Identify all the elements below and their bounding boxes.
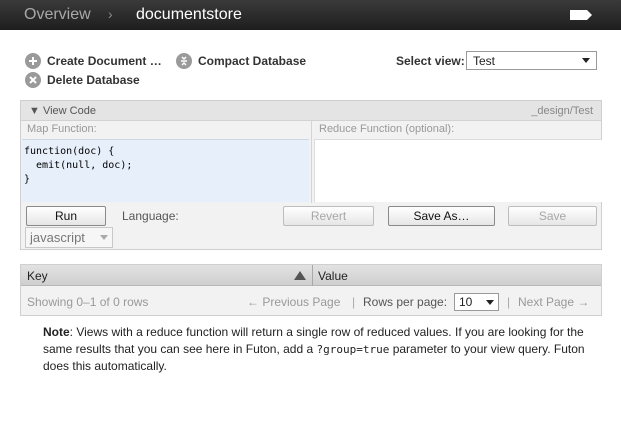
view-code-toggle[interactable]: ▼ View Code xyxy=(29,105,96,117)
breadcrumb-database: documentstore xyxy=(136,6,242,23)
next-page-link[interactable]: Next Page → xyxy=(518,295,589,309)
select-view-label: Select view: xyxy=(396,54,465,68)
create-document-button[interactable]: Create Document … xyxy=(25,53,162,69)
design-doc-name: _design/Test xyxy=(531,105,593,117)
note-code: ?group=true xyxy=(316,343,390,356)
results-header-row: Key Value xyxy=(21,265,601,286)
breadcrumb-separator: › xyxy=(108,6,113,22)
rows-per-page-value: 10 xyxy=(459,295,473,309)
compress-circle-icon xyxy=(176,53,192,69)
value-column-header[interactable]: Value xyxy=(318,269,348,283)
reduce-function-editor[interactable] xyxy=(314,139,602,202)
delete-database-button[interactable]: Delete Database xyxy=(25,72,140,88)
sort-ascending-icon[interactable] xyxy=(294,271,306,280)
function-divider xyxy=(311,121,312,203)
chevron-down-icon xyxy=(582,58,590,63)
map-function-label: Map Function: xyxy=(27,123,97,135)
save-as-button[interactable]: Save As… xyxy=(388,206,495,226)
rows-per-page-select[interactable]: 10 xyxy=(454,293,499,311)
compact-database-label: Compact Database xyxy=(198,54,307,68)
previous-page-link[interactable]: ← Previous Page xyxy=(247,295,340,309)
results-table: Key Value Showing 0–1 of 0 rows ← Previo… xyxy=(20,264,602,316)
key-column-header[interactable]: Key xyxy=(27,269,48,283)
plus-circle-icon xyxy=(25,53,41,69)
note-label: Note xyxy=(43,325,70,339)
create-document-label: Create Document … xyxy=(47,54,162,68)
tag-icon[interactable] xyxy=(569,9,593,21)
view-code-header: ▼ View Code _design/Test xyxy=(21,101,601,121)
pager-separator: | xyxy=(507,295,511,309)
x-circle-icon xyxy=(25,72,41,88)
select-view-value: Test xyxy=(473,53,496,68)
row-count-text: Showing 0–1 of 0 rows xyxy=(27,295,149,309)
delete-database-label: Delete Database xyxy=(47,73,140,87)
chevron-down-icon xyxy=(100,235,108,240)
rows-per-page-label: Rows per page: xyxy=(363,295,448,309)
language-select[interactable]: javascript xyxy=(25,227,113,248)
reduce-note: Note: Views with a reduce function will … xyxy=(43,324,603,375)
column-divider xyxy=(312,265,313,286)
chevron-down-icon xyxy=(486,299,494,305)
revert-button[interactable]: Revert xyxy=(283,206,374,226)
compact-database-button[interactable]: Compact Database xyxy=(176,53,306,69)
reduce-function-label: Reduce Function (optional): xyxy=(319,123,455,135)
map-function-editor[interactable]: function(doc) { emit(null, doc); } xyxy=(22,139,309,202)
select-view-dropdown[interactable]: Test xyxy=(466,51,597,70)
view-code-panel: ▼ View Code _design/Test Map Function: R… xyxy=(20,100,602,250)
language-value: javascript xyxy=(30,230,85,245)
top-bar: Overview › documentstore xyxy=(0,0,621,30)
language-label: Language: xyxy=(122,209,179,223)
run-button[interactable]: Run xyxy=(26,206,106,226)
breadcrumb-overview[interactable]: Overview xyxy=(24,6,91,24)
save-button[interactable]: Save xyxy=(508,206,597,226)
pager-separator: | xyxy=(352,295,356,309)
